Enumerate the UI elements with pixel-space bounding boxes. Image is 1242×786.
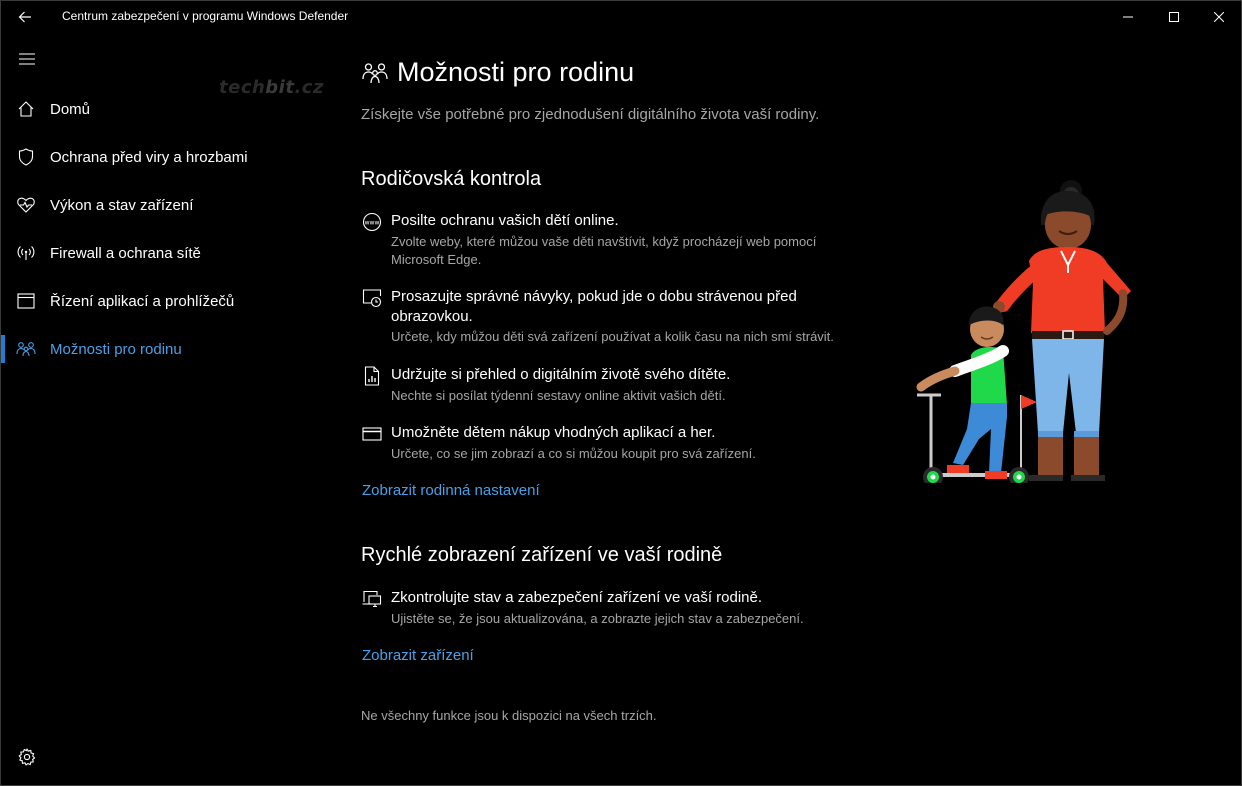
feature-item: www Posilte ochranu vašich dětí online. … [361, 211, 861, 267]
devices-icon [361, 588, 383, 610]
app-browser-icon [16, 291, 36, 311]
main-content: Možnosti pro rodinu Získejte vše potřebn… [331, 33, 1241, 785]
page-subtitle: Získejte vše potřebné pro zjednodušení d… [361, 106, 820, 123]
back-button[interactable] [9, 5, 41, 29]
sidebar-item-family[interactable]: Možnosti pro rodinu [1, 327, 331, 371]
feature-description: Ujistěte se, že jsou aktualizována, a zo… [391, 611, 804, 626]
sidebar-item-home[interactable]: Domů [1, 87, 331, 131]
page-title-text: Možnosti pro rodinu [397, 57, 635, 87]
feature-description: Určete, co se jim zobrazí a co si můžou … [391, 446, 756, 461]
home-icon [16, 99, 36, 119]
family-icon [16, 339, 36, 359]
close-button[interactable] [1196, 1, 1242, 33]
app-window: Centrum zabezpečení v programu Windows D… [0, 0, 1242, 786]
maximize-icon [1169, 12, 1179, 22]
settings-button[interactable] [13, 743, 41, 771]
card-icon [361, 423, 383, 445]
family-settings-link[interactable]: Zobrazit rodinná nastavení [362, 482, 540, 499]
sidebar-item-label: Ochrana před viry a hrozbami [50, 148, 248, 166]
page-title: Možnosti pro rodinu [361, 57, 634, 88]
view-devices-link[interactable]: Zobrazit zařízení [362, 647, 474, 664]
sidebar-item-firewall[interactable]: Firewall a ochrana sítě [1, 231, 331, 275]
sidebar-item-label: Možnosti pro rodinu [50, 340, 182, 358]
svg-text:www: www [365, 220, 380, 227]
wireless-icon [16, 243, 36, 263]
screen-time-icon [361, 287, 383, 309]
maximize-button[interactable] [1151, 1, 1197, 33]
active-indicator [1, 335, 5, 363]
back-arrow-icon [18, 11, 31, 23]
section-heading-parental: Rodičovská kontrola [361, 168, 542, 190]
title-bar: Centrum zabezpečení v programu Windows D… [1, 1, 1241, 33]
heart-pulse-icon [16, 195, 36, 215]
availability-note: Ne všechny funkce jsou k dispozici na vš… [361, 708, 657, 723]
feature-item: Prosazujte správné návyky, pokud jde o d… [361, 287, 861, 347]
gear-icon [18, 748, 36, 766]
family-icon [361, 59, 389, 87]
sidebar-item-virus-protection[interactable]: Ochrana před viry a hrozbami [1, 135, 331, 179]
sidebar-item-label: Výkon a stav zařízení [50, 196, 194, 214]
sidebar-item-label: Domů [50, 100, 91, 118]
feature-title: Umožněte dětem nákup vhodných aplikací a… [391, 424, 716, 441]
window-title: Centrum zabezpečení v programu Windows D… [62, 9, 349, 23]
feature-title: Zkontrolujte stav a zabezpečení zařízení… [391, 589, 763, 606]
feature-title: Udržujte si přehled o digitálním životě … [391, 366, 731, 383]
sidebar-item-label: Firewall a ochrana sítě [50, 244, 201, 262]
feature-description: Nechte si posílat týdenní sestavy online… [391, 388, 726, 403]
web-icon: www [361, 211, 383, 233]
feature-description: Zvolte weby, které můžou vaše děti navšt… [391, 234, 817, 267]
hamburger-icon [19, 53, 35, 65]
report-icon [361, 365, 383, 387]
close-icon [1214, 12, 1224, 22]
feature-title: Posilte ochranu vašich dětí online. [391, 212, 619, 229]
feature-title: Prosazujte správné návyky, pokud jde o d… [391, 288, 797, 325]
sidebar: techbit.cz Domů Ochrana před viry a hroz… [1, 33, 331, 785]
feature-item: Zkontrolujte stav a zabezpečení zařízení… [361, 588, 861, 628]
family-illustration [916, 180, 1131, 483]
minimize-button[interactable] [1105, 1, 1151, 33]
feature-item: Udržujte si přehled o digitálním životě … [361, 365, 861, 405]
sidebar-item-device-health[interactable]: Výkon a stav zařízení [1, 183, 331, 227]
shield-icon [16, 147, 36, 167]
minimize-icon [1123, 16, 1133, 18]
sidebar-item-label: Řízení aplikací a prohlížečů [50, 292, 235, 310]
feature-item: Umožněte dětem nákup vhodných aplikací a… [361, 423, 861, 463]
section-heading-devices: Rychlé zobrazení zařízení ve vaší rodině [361, 544, 723, 566]
menu-button[interactable] [13, 47, 41, 71]
sidebar-item-app-browser[interactable]: Řízení aplikací a prohlížečů [1, 279, 331, 323]
feature-description: Určete, kdy můžou děti svá zařízení použ… [391, 329, 834, 344]
